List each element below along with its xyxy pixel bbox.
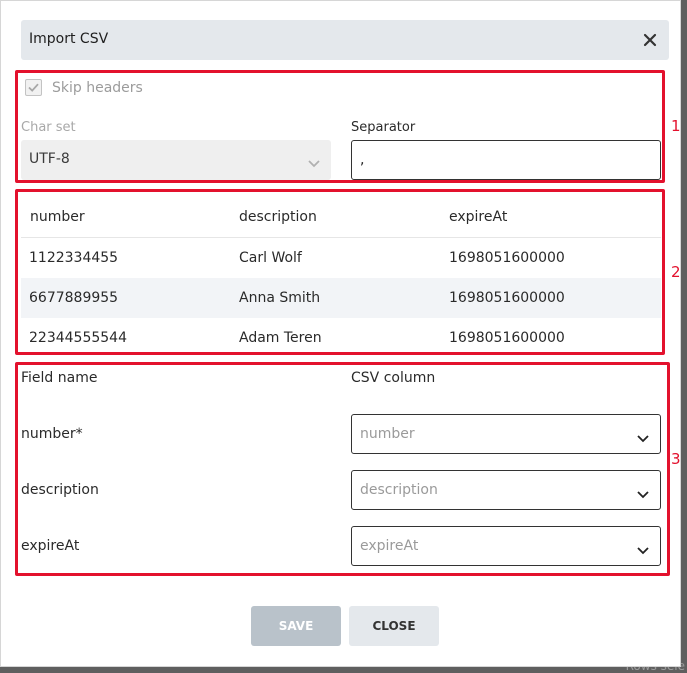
table-header-cell: expireAt [449, 209, 508, 225]
table-cell: Adam Teren [239, 330, 322, 346]
table-cell: Anna Smith [239, 290, 321, 306]
table-cell: Carl Wolf [239, 250, 302, 266]
separator-value: , [360, 152, 365, 168]
chevron-down-icon [307, 154, 321, 168]
table-cell: 22344555544 [29, 330, 127, 346]
csv-preview-table: number description expireAt 1122334455 C… [21, 196, 661, 358]
skip-headers-label: Skip headers [52, 79, 143, 96]
separator-input[interactable]: , [351, 140, 661, 180]
chevron-down-icon [636, 429, 650, 443]
separator-label: Separator [351, 120, 416, 135]
close-icon[interactable] [639, 29, 661, 51]
chevron-down-icon [636, 485, 650, 499]
marker-3: 3 [671, 450, 681, 468]
table-row: 22344555544 Adam Teren 1698051600000 [21, 318, 661, 358]
select-value: number [360, 426, 415, 442]
table-cell: 1698051600000 [449, 290, 565, 306]
import-csv-dialog: Import CSV 1 Skip headers Char set UTF-8… [0, 0, 681, 667]
table-header-row: number description expireAt [21, 196, 661, 238]
dialog-header: Import CSV [21, 20, 669, 60]
table-row: 6677889955 Anna Smith 1698051600000 [21, 278, 661, 318]
charset-label: Char set [21, 120, 76, 135]
skip-headers-checkbox[interactable] [25, 79, 42, 96]
table-row: 1122334455 Carl Wolf 1698051600000 [21, 238, 661, 278]
charset-select[interactable]: UTF-8 [21, 140, 331, 180]
table-header-cell: description [239, 209, 317, 225]
field-name-expireat: expireAt [21, 538, 80, 554]
csv-column-select-expireat[interactable]: expireAt [351, 526, 661, 566]
table-cell: 1698051600000 [449, 330, 565, 346]
close-button[interactable]: CLOSE [349, 606, 439, 646]
marker-1: 1 [671, 117, 681, 135]
csv-column-select-number[interactable]: number [351, 414, 661, 454]
table-cell: 1122334455 [29, 250, 119, 266]
charset-value: UTF-8 [29, 151, 70, 167]
field-name-number: number* [21, 426, 83, 442]
chevron-down-icon [636, 541, 650, 555]
skip-headers-checkbox-row[interactable]: Skip headers [25, 79, 143, 96]
marker-2: 2 [671, 263, 681, 281]
csv-column-header: CSV column [351, 370, 436, 386]
field-name-header: Field name [21, 370, 98, 386]
dialog-title: Import CSV [29, 31, 109, 47]
save-button[interactable]: SAVE [251, 606, 341, 646]
csv-column-select-description[interactable]: description [351, 470, 661, 510]
table-cell: 6677889955 [29, 290, 119, 306]
select-value: expireAt [360, 538, 419, 554]
table-header-cell: number [30, 209, 85, 225]
table-cell: 1698051600000 [449, 250, 565, 266]
field-name-description: description [21, 482, 99, 498]
select-value: description [360, 482, 438, 498]
